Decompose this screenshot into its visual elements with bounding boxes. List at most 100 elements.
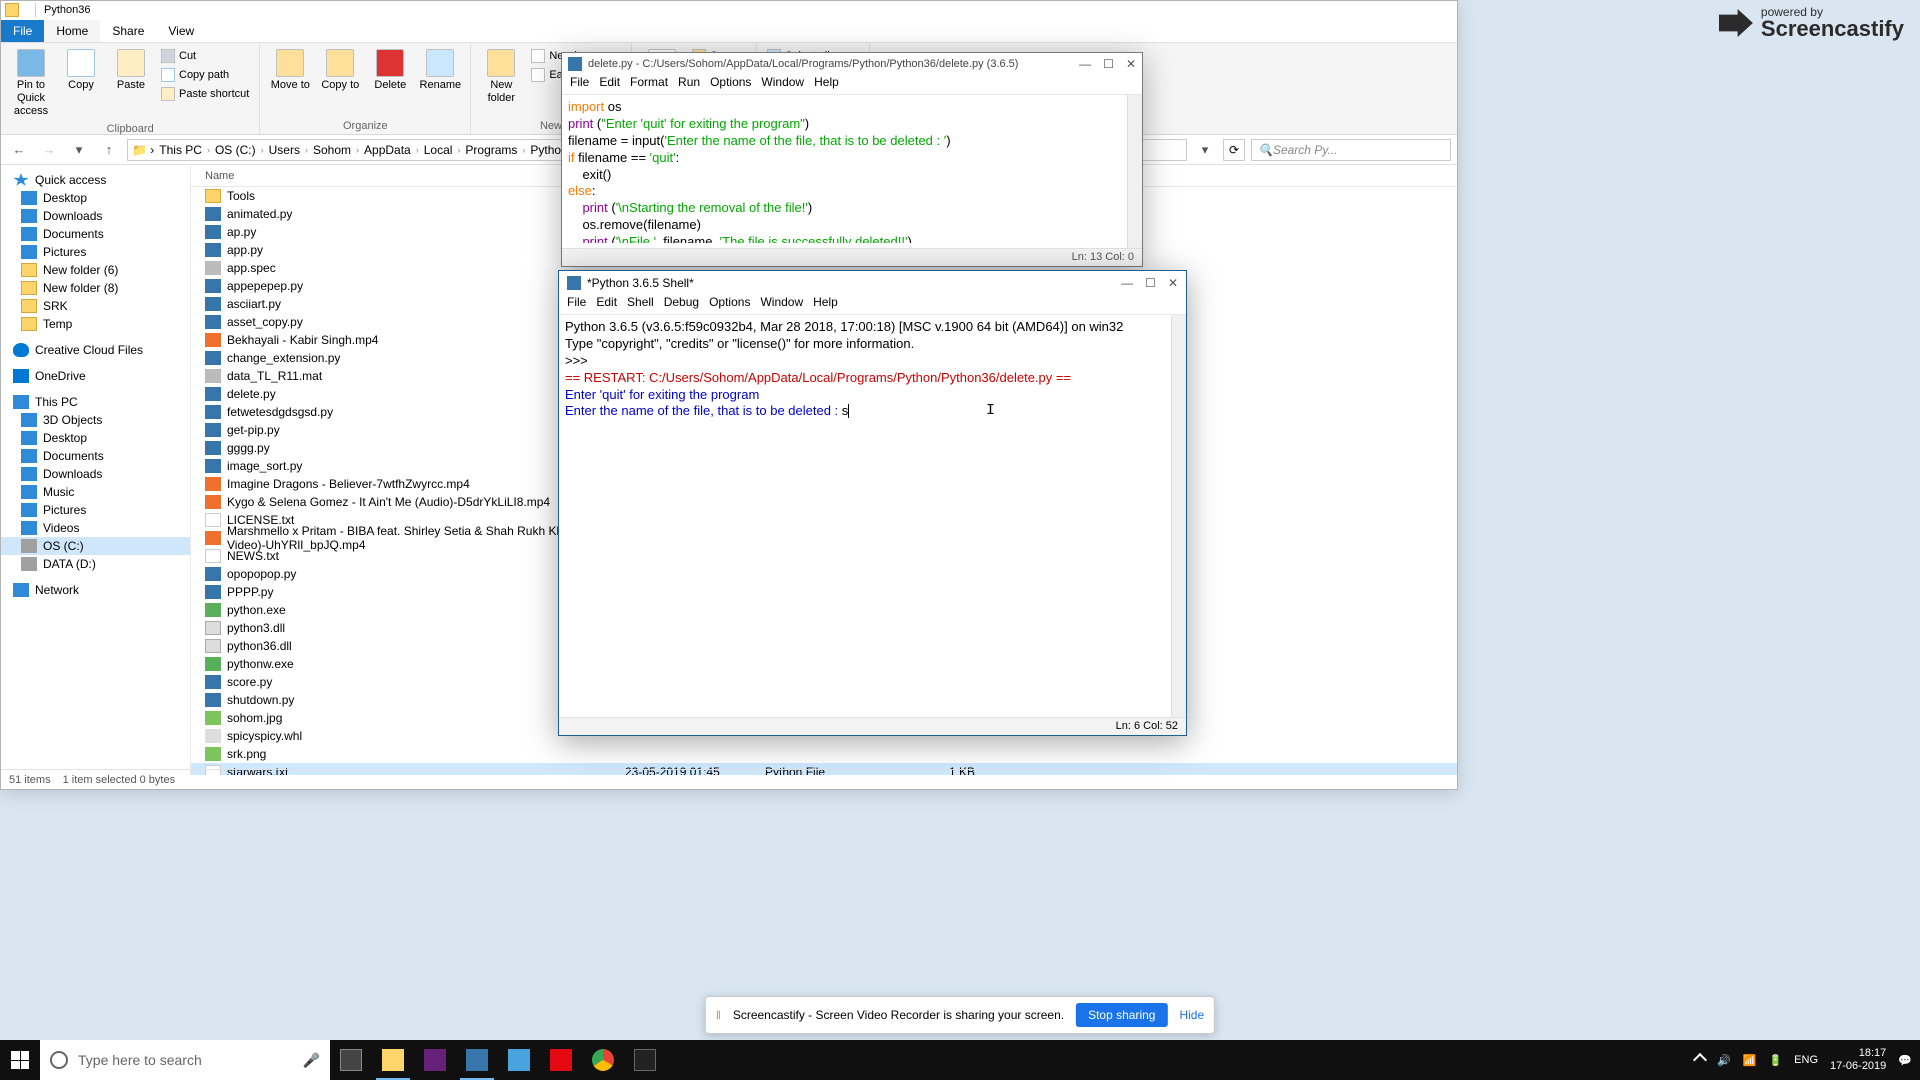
sidebar-item-3[interactable]: Documents (1, 225, 190, 243)
editor-titlebar[interactable]: delete.py - C:/Users/Sohom/AppData/Local… (562, 53, 1142, 75)
breadcrumb-4[interactable]: AppData (361, 143, 414, 157)
minimize-button[interactable]: — (1121, 276, 1133, 290)
breadcrumb-5[interactable]: Local (421, 143, 456, 157)
tab-view[interactable]: View (156, 20, 206, 42)
close-button[interactable]: ✕ (1126, 57, 1136, 71)
sidebar-item-19[interactable]: Music (1, 483, 190, 501)
recent-button[interactable]: ▾ (67, 138, 91, 162)
sidebar-item-22[interactable]: OS (C:) (1, 537, 190, 555)
sidebar-item-15[interactable]: 3D Objects (1, 411, 190, 429)
new-folder-button[interactable]: New folder (477, 47, 525, 107)
address-dropdown[interactable]: ▾ (1193, 138, 1217, 162)
sidebar-item-2[interactable]: Downloads (1, 207, 190, 225)
sidebar-item-17[interactable]: Documents (1, 447, 190, 465)
refresh-button[interactable]: ⟳ (1223, 139, 1245, 161)
breadcrumb-3[interactable]: Sohom (310, 143, 354, 157)
menu-edit[interactable]: Edit (596, 295, 617, 314)
tab-home[interactable]: Home (44, 20, 100, 42)
visual-studio-app[interactable] (414, 1040, 456, 1080)
back-button[interactable]: ← (7, 138, 31, 162)
editor-vscroll[interactable] (1127, 95, 1142, 248)
sidebar-item-21[interactable]: Videos (1, 519, 190, 537)
menu-run[interactable]: Run (678, 75, 700, 94)
tray-network-icon[interactable]: 🔊 (1717, 1054, 1731, 1067)
menu-debug[interactable]: Debug (664, 295, 699, 314)
pin-to-quick-access-button[interactable]: Pin to Quick access (7, 47, 55, 121)
idle-app[interactable] (456, 1040, 498, 1080)
menu-edit[interactable]: Edit (599, 75, 620, 94)
menu-options[interactable]: Options (710, 75, 751, 94)
sidebar-item-7[interactable]: SRK (1, 297, 190, 315)
menu-file[interactable]: File (567, 295, 586, 314)
paint-app[interactable] (498, 1040, 540, 1080)
shell-titlebar[interactable]: *Python 3.6.5 Shell* — ☐ ✕ (559, 271, 1186, 295)
screen-sharing-bar[interactable]: ‖ Screencastify - Screen Video Recorder … (705, 996, 1215, 1034)
col-name[interactable]: Name (191, 170, 611, 182)
menu-window[interactable]: Window (761, 75, 804, 94)
forward-button[interactable]: → (37, 138, 61, 162)
file-row[interactable]: srk.png (191, 745, 1457, 763)
netflix-app[interactable] (540, 1040, 582, 1080)
start-button[interactable] (0, 1040, 40, 1080)
menu-window[interactable]: Window (760, 295, 803, 314)
task-view-button[interactable] (330, 1040, 372, 1080)
breadcrumb-1[interactable]: OS (C:) (212, 143, 259, 157)
menu-format[interactable]: Format (630, 75, 668, 94)
sidebar-item-16[interactable]: Desktop (1, 429, 190, 447)
move-to-button[interactable]: Move to (266, 47, 314, 94)
minimize-button[interactable]: — (1079, 57, 1091, 71)
sidebar-item-23[interactable]: DATA (D:) (1, 555, 190, 573)
up-button[interactable]: ↑ (97, 138, 121, 162)
code-editor[interactable]: import osprint ("Enter 'quit' for exitin… (562, 95, 1142, 243)
breadcrumb-0[interactable]: This PC (156, 143, 205, 157)
sidebar-item-12[interactable]: OneDrive (1, 367, 190, 385)
search-input[interactable]: 🔍 Search Py... (1251, 139, 1451, 161)
copy-button[interactable]: Copy (57, 47, 105, 94)
tray-wifi-icon[interactable]: 📶 (1743, 1054, 1757, 1067)
explorer-titlebar[interactable]: Python36 (1, 1, 1457, 19)
navigation-pane[interactable]: Quick accessDesktopDownloadsDocumentsPic… (1, 165, 191, 775)
notification-icon[interactable]: 💬 (1898, 1054, 1912, 1067)
maximize-button[interactable]: ☐ (1103, 57, 1114, 71)
tab-share[interactable]: Share (100, 20, 156, 42)
language-indicator[interactable]: ENG (1794, 1054, 1818, 1066)
chrome-app[interactable] (582, 1040, 624, 1080)
copy-to-button[interactable]: Copy to (316, 47, 364, 94)
delete-button[interactable]: Delete (366, 47, 414, 94)
menu-options[interactable]: Options (709, 295, 750, 314)
menu-help[interactable]: Help (813, 295, 838, 314)
sidebar-item-18[interactable]: Downloads (1, 465, 190, 483)
shell-output[interactable]: Python 3.6.5 (v3.6.5:f59c0932b4, Mar 28 … (559, 315, 1186, 695)
clock[interactable]: 18:17 17-06-2019 (1830, 1047, 1886, 1073)
shell-vscroll[interactable] (1171, 315, 1186, 717)
menu-file[interactable]: File (570, 75, 589, 94)
sidebar-item-25[interactable]: Network (1, 581, 190, 599)
breadcrumb-6[interactable]: Programs (462, 143, 520, 157)
stop-sharing-button[interactable]: Stop sharing (1076, 1003, 1167, 1027)
breadcrumb-2[interactable]: Users (266, 143, 303, 157)
taskbar-search[interactable]: Type here to search 🎤 (40, 1040, 330, 1080)
copy-path-button[interactable]: Copy path (157, 66, 253, 84)
sidebar-item-6[interactable]: New folder (8) (1, 279, 190, 297)
tab-file[interactable]: File (1, 20, 44, 42)
sidebar-item-4[interactable]: Pictures (1, 243, 190, 261)
sidebar-item-1[interactable]: Desktop (1, 189, 190, 207)
menu-help[interactable]: Help (814, 75, 839, 94)
sidebar-item-10[interactable]: Creative Cloud Files (1, 341, 190, 359)
maximize-button[interactable]: ☐ (1145, 276, 1156, 290)
hide-button[interactable]: Hide (1179, 1008, 1204, 1022)
rename-button[interactable]: Rename (416, 47, 464, 94)
sidebar-item-0[interactable]: Quick access (1, 171, 190, 189)
sidebar-item-14[interactable]: This PC (1, 393, 190, 411)
paste-shortcut-button[interactable]: Paste shortcut (157, 85, 253, 103)
menu-shell[interactable]: Shell (627, 295, 654, 314)
sidebar-item-5[interactable]: New folder (6) (1, 261, 190, 279)
close-button[interactable]: ✕ (1168, 276, 1178, 290)
cut-button[interactable]: Cut (157, 47, 253, 65)
sidebar-item-20[interactable]: Pictures (1, 501, 190, 519)
tray-chevron-icon[interactable] (1693, 1053, 1707, 1067)
tray-battery-icon[interactable]: 🔋 (1768, 1054, 1782, 1067)
paste-button[interactable]: Paste (107, 47, 155, 94)
sidebar-item-8[interactable]: Temp (1, 315, 190, 333)
file-explorer-app[interactable] (372, 1040, 414, 1080)
